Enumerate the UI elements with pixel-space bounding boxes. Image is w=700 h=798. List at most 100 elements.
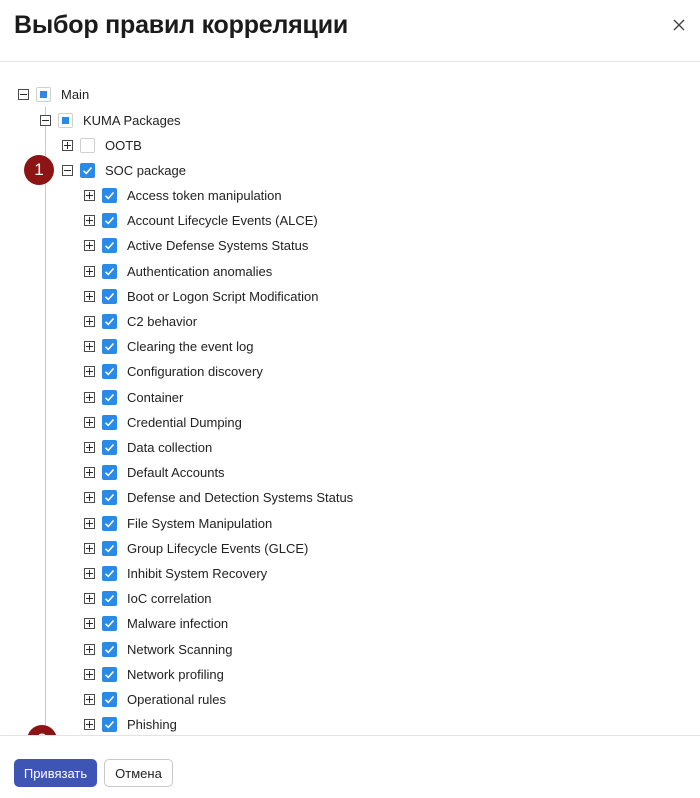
rule-group-label[interactable]: Container: [127, 390, 183, 405]
checked-checkbox[interactable]: [102, 440, 117, 455]
expand-toggle-icon[interactable]: [84, 719, 95, 731]
expand-toggle-icon[interactable]: [84, 240, 95, 252]
collapse-toggle-icon[interactable]: [40, 115, 51, 126]
rule-group-item: Malware infection: [84, 611, 228, 636]
rule-group-label[interactable]: Inhibit System Recovery: [127, 566, 267, 581]
checked-checkbox[interactable]: [102, 692, 117, 707]
expand-toggle-icon[interactable]: [84, 316, 95, 327]
tree-node-label[interactable]: KUMA Packages: [83, 113, 181, 128]
expand-toggle-icon[interactable]: [84, 668, 95, 680]
checked-checkbox[interactable]: [102, 465, 117, 481]
bind-button[interactable]: Привязать: [14, 759, 97, 787]
rule-group-item: Group Lifecycle Events (GLCE): [84, 536, 308, 561]
checked-checkbox[interactable]: [102, 188, 117, 203]
rule-group-label[interactable]: Network profiling: [127, 667, 224, 682]
checked-checkbox[interactable]: [102, 288, 117, 304]
checked-checkbox[interactable]: [102, 314, 117, 329]
rule-group-item: Configuration discovery: [84, 359, 263, 384]
tree-node-label[interactable]: Main: [61, 87, 89, 102]
rule-group-label[interactable]: C2 behavior: [127, 314, 197, 329]
expand-toggle-icon[interactable]: [84, 416, 95, 428]
checked-checkbox[interactable]: [102, 616, 117, 632]
expand-toggle-icon[interactable]: [84, 341, 95, 353]
checked-checkbox[interactable]: [102, 515, 117, 531]
rule-group-label[interactable]: Operational rules: [127, 692, 226, 707]
partial-checkbox[interactable]: [58, 113, 73, 128]
rule-group-label[interactable]: Phishing: [127, 717, 177, 732]
rule-group-item: Clearing the event log: [84, 334, 253, 359]
checked-checkbox[interactable]: [102, 566, 117, 581]
tree-node-main: Main: [18, 82, 89, 107]
checked-checkbox[interactable]: [102, 364, 117, 380]
rule-group-label[interactable]: Credential Dumping: [127, 415, 242, 430]
dialog-footer: Привязать Отмена: [0, 735, 700, 798]
expand-toggle-icon[interactable]: [84, 290, 95, 302]
rule-group-item: Phishing: [84, 712, 177, 735]
close-icon[interactable]: [668, 14, 690, 36]
expand-toggle-icon[interactable]: [84, 568, 95, 579]
expand-toggle-icon[interactable]: [84, 643, 95, 655]
checked-checkbox[interactable]: [102, 263, 117, 279]
checked-checkbox[interactable]: [102, 641, 117, 657]
partial-checkbox[interactable]: [36, 87, 51, 102]
expand-toggle-icon[interactable]: [84, 492, 95, 504]
checked-checkbox[interactable]: [102, 213, 117, 229]
checked-checkbox[interactable]: [102, 540, 117, 556]
checked-checkbox[interactable]: [102, 389, 117, 405]
expand-toggle-icon[interactable]: [84, 593, 95, 605]
expand-toggle-icon[interactable]: [84, 265, 95, 277]
expand-toggle-icon[interactable]: [84, 366, 95, 378]
checked-checkbox[interactable]: [102, 591, 117, 607]
rule-group-label[interactable]: Clearing the event log: [127, 339, 253, 354]
rule-group-label[interactable]: Account Lifecycle Events (ALCE): [127, 213, 318, 228]
rule-group-label[interactable]: Data collection: [127, 440, 212, 455]
checked-checkbox[interactable]: [102, 490, 117, 506]
checked-checkbox[interactable]: [80, 163, 95, 178]
rule-group-label[interactable]: Network Scanning: [127, 642, 233, 657]
rule-group-label[interactable]: Malware infection: [127, 616, 228, 631]
rule-group-label[interactable]: File System Manipulation: [127, 516, 272, 531]
expand-toggle-icon[interactable]: [84, 467, 95, 479]
expand-toggle-icon[interactable]: [84, 517, 95, 529]
expand-toggle-icon[interactable]: [62, 140, 73, 151]
rule-group-item: Data collection: [84, 435, 212, 460]
checkbox[interactable]: [80, 138, 95, 153]
expand-toggle-icon[interactable]: [84, 694, 95, 705]
expand-toggle-icon[interactable]: [84, 391, 95, 403]
collapse-toggle-icon[interactable]: [62, 165, 73, 176]
expand-toggle-icon[interactable]: [84, 190, 95, 201]
rule-group-item: Boot or Logon Script Modification: [84, 284, 319, 309]
checked-checkbox[interactable]: [102, 339, 117, 355]
tree-node-ootb: OOTB: [62, 133, 142, 158]
rule-group-label[interactable]: Defense and Detection Systems Status: [127, 490, 353, 505]
rule-group-label[interactable]: Group Lifecycle Events (GLCE): [127, 541, 308, 556]
tree-node-label[interactable]: SOC package: [105, 163, 186, 178]
rule-group-item: Inhibit System Recovery: [84, 561, 267, 586]
checked-checkbox[interactable]: [102, 717, 117, 733]
rule-group-label[interactable]: Configuration discovery: [127, 364, 263, 379]
rule-group-item: Default Accounts: [84, 460, 225, 485]
checked-checkbox[interactable]: [102, 414, 117, 430]
rule-group-label[interactable]: Active Defense Systems Status: [127, 238, 308, 253]
tree-guide-line: [45, 107, 46, 735]
rule-group-item: Defense and Detection Systems Status: [84, 485, 353, 510]
rule-group-label[interactable]: Default Accounts: [127, 465, 225, 480]
tree-node-label[interactable]: OOTB: [105, 138, 142, 153]
cancel-button[interactable]: Отмена: [104, 759, 173, 787]
tree-node-soc-package: SOC package: [62, 158, 186, 183]
expand-toggle-icon[interactable]: [84, 215, 95, 227]
checked-checkbox[interactable]: [102, 666, 117, 682]
expand-toggle-icon[interactable]: [84, 542, 95, 554]
rule-group-label[interactable]: Boot or Logon Script Modification: [127, 289, 319, 304]
rule-group-label[interactable]: Access token manipulation: [127, 188, 282, 203]
dialog-title: Выбор правил корреляции: [14, 11, 349, 39]
rule-group-label[interactable]: Authentication anomalies: [127, 264, 272, 279]
rule-group-item: Container: [84, 385, 183, 410]
expand-toggle-icon[interactable]: [84, 442, 95, 453]
rule-group-item: Active Defense Systems Status: [84, 233, 308, 258]
collapse-toggle-icon[interactable]: [18, 89, 29, 100]
expand-toggle-icon[interactable]: [84, 618, 95, 630]
rule-group-item: C2 behavior: [84, 309, 197, 334]
checked-checkbox[interactable]: [102, 238, 117, 254]
rule-group-label[interactable]: IoC correlation: [127, 591, 212, 606]
